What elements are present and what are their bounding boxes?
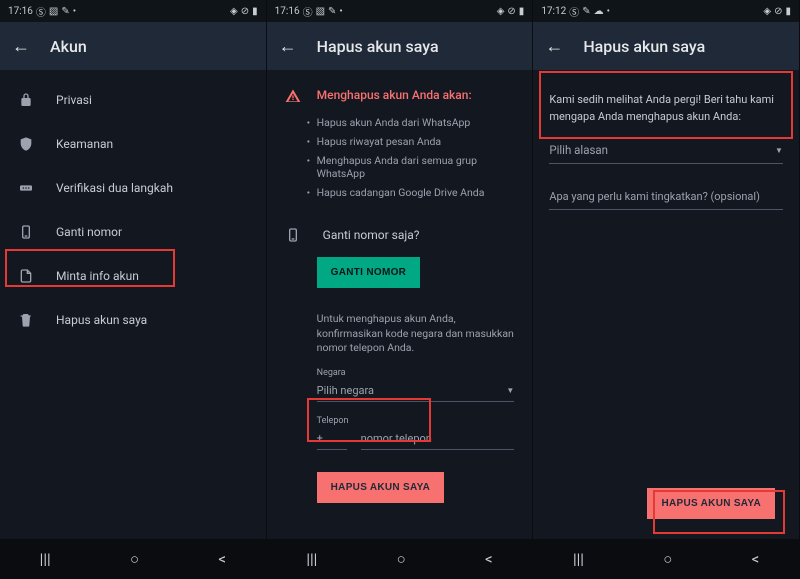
back-arrow-icon[interactable]: ←: [545, 36, 563, 57]
app-bar: ← Hapus akun saya: [267, 22, 533, 70]
back-icon[interactable]: <: [752, 550, 760, 568]
edit-icon: ✎: [328, 6, 336, 17]
status-bar: 17:16 Ⓢ ▧ ✎ • ◈ ⊘ ▮: [267, 0, 533, 22]
status-time: 17:12: [541, 6, 566, 17]
menu-label: Keamanan: [56, 137, 113, 151]
menu-item-delete-account[interactable]: Hapus akun saya: [0, 298, 266, 342]
status-time: 17:16: [275, 6, 300, 17]
chat-icon: ☁: [594, 6, 604, 17]
phone-swap-icon: [18, 224, 34, 240]
warning-row: Menghapus akun Anda akan:: [267, 78, 533, 110]
status-bar: 17:12 Ⓢ ✎ ☁ • ◈ ⊘ ▮: [533, 0, 799, 22]
nav-bar: ||| ○ <: [0, 539, 266, 579]
skype-icon: Ⓢ: [303, 4, 313, 19]
highlight-reason-area: [539, 71, 793, 139]
status-bar: 17:16 Ⓢ ▧ ✎ • ◈ ⊘ ▮: [0, 0, 266, 22]
battery-icon: ▮: [785, 6, 791, 17]
menu-item-privacy[interactable]: Privasi: [0, 78, 266, 122]
menu-item-change-number[interactable]: Ganti nomor: [0, 210, 266, 254]
page-title: Hapus akun saya: [583, 37, 705, 56]
edit-icon: ✎: [582, 6, 590, 17]
delete-account-button[interactable]: HAPUS AKUN SAYA: [317, 472, 445, 503]
highlight-delete-button: [307, 398, 431, 442]
warning-icon: [285, 88, 301, 104]
dot-icon: •: [607, 6, 610, 17]
status-time: 17:16: [8, 6, 33, 17]
recents-icon[interactable]: |||: [573, 550, 584, 568]
skype-icon: Ⓢ: [569, 4, 579, 19]
bullet-item: Hapus akun Anda dari WhatsApp: [317, 116, 515, 129]
trash-icon: [18, 312, 34, 328]
feedback-placeholder: Apa yang perlu kami tingkatkan? (opsiona…: [549, 190, 760, 203]
highlight-delete-button: [653, 490, 785, 534]
bullet-item: Menghapus Anda dari semua grup WhatsApp: [317, 154, 515, 180]
dropdown-caret-icon: ▼: [506, 386, 514, 395]
app-bar: ← Hapus akun saya: [533, 22, 799, 70]
consequence-list: Hapus akun Anda dari WhatsApp Hapus riwa…: [267, 116, 533, 199]
menu-item-security[interactable]: Keamanan: [0, 122, 266, 166]
country-label: Negara: [267, 360, 533, 380]
delete-form-content: Menghapus akun Anda akan: Hapus akun And…: [267, 70, 533, 539]
recents-icon[interactable]: |||: [40, 550, 51, 568]
screen-account: 17:16 Ⓢ ▧ ✎ • ◈ ⊘ ▮ ← Akun Privasi Keama…: [0, 0, 267, 579]
screen-delete-form: 17:16 Ⓢ ▧ ✎ • ◈ ⊘ ▮ ← Hapus akun saya Me…: [267, 0, 534, 579]
edit-icon: ✎: [61, 6, 69, 17]
menu-label: Privasi: [56, 93, 92, 107]
feedback-input[interactable]: Apa yang perlu kami tingkatkan? (opsiona…: [549, 186, 783, 210]
page-title: Akun: [50, 37, 87, 56]
menu-label: Hapus akun saya: [56, 313, 147, 327]
no-sim-icon: ⊘: [507, 6, 515, 17]
no-sim-icon: ⊘: [774, 6, 782, 17]
warning-title: Menghapus akun Anda akan:: [317, 88, 472, 102]
reason-select[interactable]: Pilih alasan ▼: [549, 137, 783, 164]
shield-icon: [18, 136, 34, 152]
skype-icon: Ⓢ: [36, 4, 46, 19]
change-number-button[interactable]: GANTI NOMOR: [317, 257, 421, 288]
screen-reason: 17:12 Ⓢ ✎ ☁ • ◈ ⊘ ▮ ← Hapus akun saya Ka…: [533, 0, 800, 579]
menu-list: Privasi Keamanan Verifikasi dua langkah …: [0, 70, 266, 539]
wifi-icon: ◈: [230, 6, 238, 17]
change-number-row: Ganti nomor saja?: [267, 205, 533, 257]
wifi-icon: ◈: [763, 6, 771, 17]
pin-icon: [18, 180, 34, 196]
menu-label: Ganti nomor: [56, 225, 122, 239]
nav-bar: ||| ○ <: [267, 539, 533, 579]
image-icon: ▧: [316, 6, 325, 17]
back-icon[interactable]: <: [485, 550, 493, 568]
reason-placeholder: Pilih alasan: [549, 143, 608, 157]
no-sim-icon: ⊘: [241, 6, 249, 17]
battery-icon: ▮: [519, 6, 525, 17]
menu-item-two-step[interactable]: Verifikasi dua langkah: [0, 166, 266, 210]
back-arrow-icon[interactable]: ←: [12, 36, 30, 57]
highlight-delete-menu: [5, 249, 175, 287]
wifi-icon: ◈: [497, 6, 505, 17]
change-number-question: Ganti nomor saja?: [323, 228, 420, 242]
image-icon: ▧: [49, 6, 58, 17]
confirm-instruction: Untuk menghapus akun Anda, konfirmasikan…: [267, 288, 533, 360]
reason-content: Kami sedih melihat Anda pergi! Beri tahu…: [533, 70, 799, 539]
app-bar: ← Akun: [0, 22, 266, 70]
country-placeholder: Pilih negara: [317, 384, 374, 397]
page-title: Hapus akun saya: [317, 37, 439, 56]
bullet-item: Hapus cadangan Google Drive Anda: [317, 186, 515, 199]
dot-icon: •: [339, 6, 342, 17]
nav-bar: ||| ○ <: [533, 539, 799, 579]
back-icon[interactable]: <: [218, 550, 226, 568]
battery-icon: ▮: [252, 6, 258, 17]
home-icon[interactable]: ○: [663, 550, 672, 568]
home-icon[interactable]: ○: [397, 550, 406, 568]
menu-label: Verifikasi dua langkah: [56, 181, 173, 195]
recents-icon[interactable]: |||: [306, 550, 317, 568]
phone-swap-icon: [285, 227, 301, 243]
back-arrow-icon[interactable]: ←: [279, 36, 297, 57]
dot-icon: •: [73, 6, 76, 17]
dropdown-caret-icon: ▼: [775, 146, 783, 155]
home-icon[interactable]: ○: [130, 550, 139, 568]
lock-icon: [18, 92, 34, 108]
bullet-item: Hapus riwayat pesan Anda: [317, 135, 515, 148]
